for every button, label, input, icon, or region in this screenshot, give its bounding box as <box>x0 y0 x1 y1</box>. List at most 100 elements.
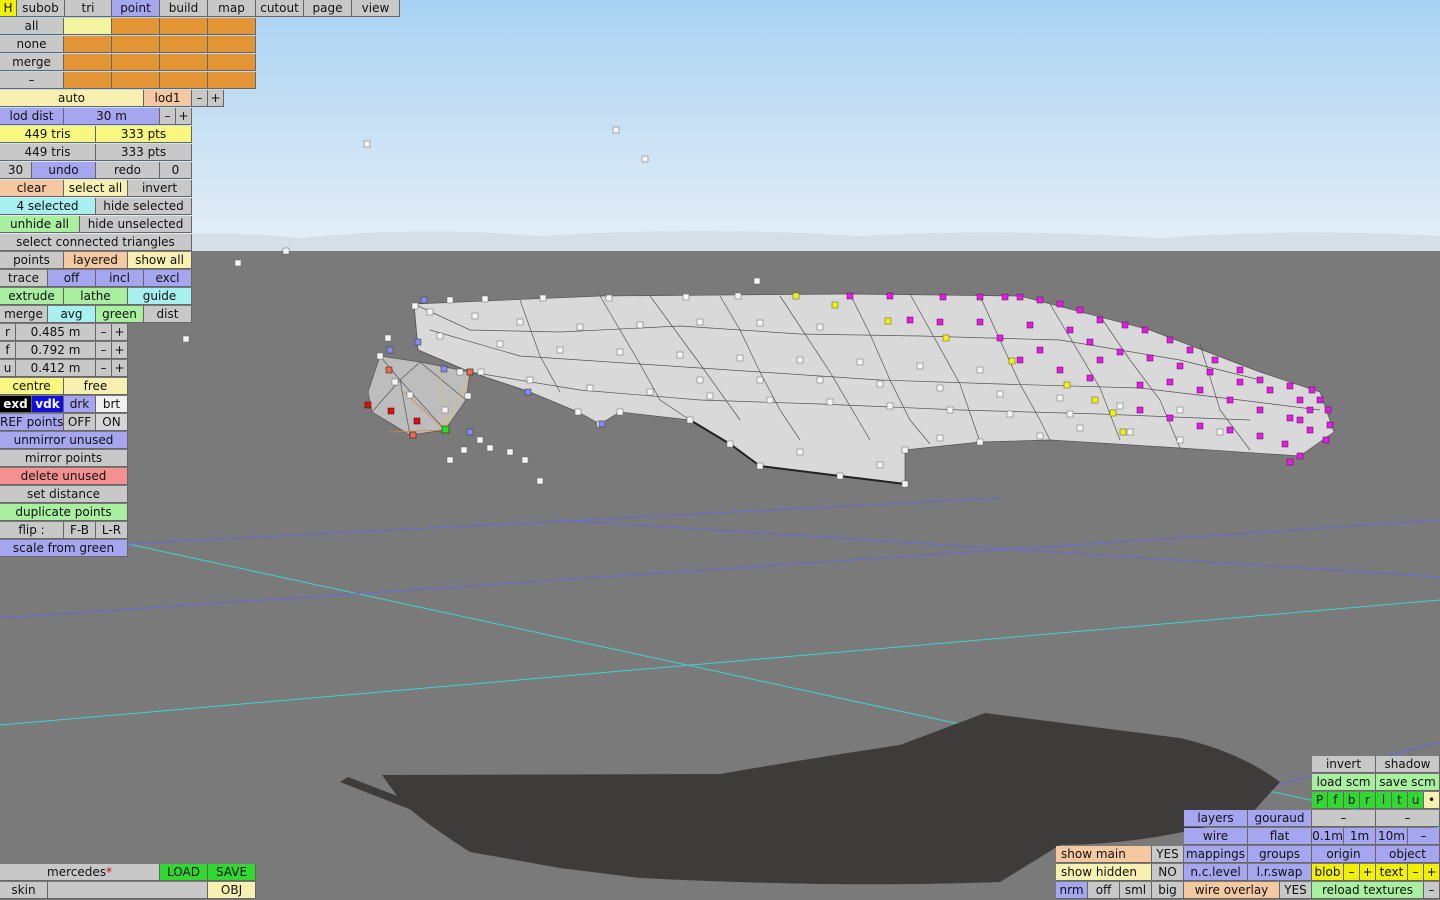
ref-on-button[interactable]: ON <box>96 414 128 431</box>
tab-subob[interactable]: subob <box>17 0 65 17</box>
lod-dist-plus-button[interactable]: + <box>176 108 192 125</box>
load-scm-button[interactable]: load scm <box>1312 774 1376 791</box>
view-t-button[interactable]: t <box>1392 792 1408 809</box>
view-u-button[interactable]: u <box>1408 792 1424 809</box>
swatch-orange[interactable] <box>112 72 160 89</box>
redo-button[interactable]: redo <box>96 162 160 179</box>
auto-lod-button[interactable]: auto <box>0 90 144 107</box>
u-value[interactable]: 0.412 m <box>16 360 96 377</box>
obj-button[interactable]: OBJ <box>208 882 256 899</box>
dist-button[interactable]: dist <box>144 306 192 323</box>
duplicate-points-button[interactable]: duplicate points <box>0 504 128 521</box>
centre-button[interactable]: centre <box>0 378 64 395</box>
trace-excl-button[interactable]: excl <box>144 270 192 287</box>
wire-button[interactable]: wire <box>1184 828 1248 845</box>
show-main-button[interactable]: show main <box>1056 846 1152 863</box>
u-plus-button[interactable]: + <box>112 360 128 377</box>
3d-viewport[interactable] <box>0 0 1440 900</box>
load-button[interactable]: LOAD <box>160 864 208 881</box>
scene-dash-button[interactable]: – <box>1312 810 1376 827</box>
tab-page[interactable]: page <box>304 0 352 17</box>
trace-incl-button[interactable]: incl <box>96 270 144 287</box>
hide-selected-button[interactable]: hide selected <box>96 198 192 215</box>
dot-button[interactable]: • <box>1424 792 1440 809</box>
r-plus-button[interactable]: + <box>112 324 128 341</box>
origin-button[interactable]: origin <box>1312 846 1376 863</box>
tab-view[interactable]: view <box>352 0 400 17</box>
lod-dist-minus-button[interactable]: – <box>160 108 176 125</box>
view-r-button[interactable]: r <box>1360 792 1376 809</box>
shadow-button[interactable]: shadow <box>1376 756 1440 773</box>
swatch-orange[interactable] <box>112 36 160 53</box>
swatch-orange[interactable] <box>112 18 160 35</box>
merge-points-button[interactable]: merge <box>0 306 48 323</box>
swatch-orange[interactable] <box>208 36 256 53</box>
set-distance-button[interactable]: set distance <box>0 486 128 503</box>
select-all-points-button[interactable]: select all <box>64 180 128 197</box>
lod-dist-value[interactable]: 30 m <box>64 108 160 125</box>
flip-lr-button[interactable]: L-R <box>96 522 128 539</box>
lod-minus-button[interactable]: – <box>192 90 208 107</box>
unhide-all-button[interactable]: unhide all <box>0 216 80 233</box>
hide-unselected-button[interactable]: hide unselected <box>80 216 192 233</box>
view-f-button[interactable]: f <box>1328 792 1344 809</box>
object-button[interactable]: object <box>1376 846 1440 863</box>
swatch-orange[interactable] <box>160 18 208 35</box>
f-minus-button[interactable]: – <box>96 342 112 359</box>
green-button[interactable]: green <box>96 306 144 323</box>
swatch-orange[interactable] <box>160 36 208 53</box>
nrm-button[interactable]: nrm <box>1056 882 1088 899</box>
merge-button[interactable]: merge <box>0 54 64 71</box>
swatch-orange[interactable] <box>64 54 112 71</box>
show-hidden-value[interactable]: NO <box>1152 864 1184 881</box>
lathe-button[interactable]: lathe <box>64 288 128 305</box>
text-minus-button[interactable]: – <box>1408 864 1424 881</box>
f-plus-button[interactable]: + <box>112 342 128 359</box>
view-l-button[interactable]: l <box>1376 792 1392 809</box>
invert-button[interactable]: invert <box>128 180 192 197</box>
u-minus-button[interactable]: – <box>96 360 112 377</box>
nc-level-button[interactable]: n.c.level <box>1184 864 1248 881</box>
swatch-yellow[interactable] <box>64 18 112 35</box>
free-button[interactable]: free <box>64 378 128 395</box>
swatch-orange[interactable] <box>64 36 112 53</box>
undo-button[interactable]: undo <box>32 162 96 179</box>
view-p-button[interactable]: P <box>1312 792 1328 809</box>
r-value[interactable]: 0.485 m <box>16 324 96 341</box>
tab-build[interactable]: build <box>160 0 208 17</box>
clear-button[interactable]: clear <box>0 180 64 197</box>
avg-button[interactable]: avg <box>48 306 96 323</box>
points-mode-button[interactable]: points <box>0 252 64 269</box>
wire-overlay-button[interactable]: wire overlay <box>1184 882 1280 899</box>
minus-button[interactable]: – <box>0 72 64 89</box>
swatch-orange[interactable] <box>112 54 160 71</box>
ref-off-button[interactable]: OFF <box>64 414 96 431</box>
unmirror-unused-button[interactable]: unmirror unused <box>0 432 128 449</box>
big-button[interactable]: big <box>1152 882 1184 899</box>
swatch-orange[interactable] <box>208 72 256 89</box>
wire-overlay-value[interactable]: YES <box>1280 882 1312 899</box>
swatch-orange[interactable] <box>160 72 208 89</box>
scene-dash-button[interactable]: – <box>1376 810 1440 827</box>
r-minus-button[interactable]: – <box>96 324 112 341</box>
show-all-button[interactable]: show all <box>128 252 192 269</box>
lr-swap-button[interactable]: l.r.swap <box>1248 864 1312 881</box>
brt-button[interactable]: brt <box>96 396 128 413</box>
groups-button[interactable]: groups <box>1248 846 1312 863</box>
off-button[interactable]: off <box>1088 882 1120 899</box>
lod-plus-button[interactable]: + <box>208 90 224 107</box>
mappings-button[interactable]: mappings <box>1184 846 1248 863</box>
vdk-button[interactable]: vdk <box>32 396 64 413</box>
skin-field[interactable] <box>48 882 208 899</box>
grid-0.1m-button[interactable]: 0.1m <box>1312 828 1344 845</box>
select-none-button[interactable]: none <box>0 36 64 53</box>
model-name-field[interactable]: mercedes* <box>0 864 160 881</box>
grid-dash-button[interactable]: – <box>1408 828 1440 845</box>
lod-level-button[interactable]: lod1 <box>144 90 192 107</box>
skin-button[interactable]: skin <box>0 882 48 899</box>
blob-button[interactable]: blob <box>1312 864 1344 881</box>
tab-tri[interactable]: tri <box>65 0 112 17</box>
sml-button[interactable]: sml <box>1120 882 1152 899</box>
save-scm-button[interactable]: save scm <box>1376 774 1440 791</box>
text-plus-button[interactable]: + <box>1424 864 1440 881</box>
